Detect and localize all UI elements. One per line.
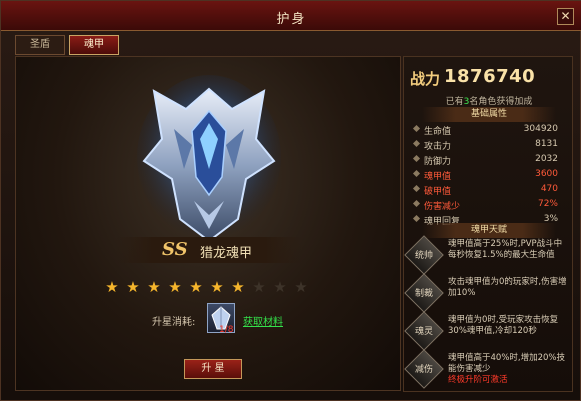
talent-unlock-note: 终极升阶可激活 <box>448 375 508 385</box>
talent-description-text: 魂甲值高于40%时,增加20%技能伤害减少 <box>448 353 565 374</box>
soul-armor-image <box>137 75 281 243</box>
star-empty-icon: ★ <box>294 278 308 296</box>
talent-emblem-label: 统帅 <box>414 251 433 261</box>
combat-power: 战力 1876740 <box>410 66 570 90</box>
attribute-label: 魂甲值 <box>424 172 452 182</box>
talent-row: 制裁 攻击魂甲值为0的玩家时,伤害增加10% <box>404 273 570 317</box>
talents-header: 魂甲天赋 <box>422 223 556 238</box>
attribute-row: 魂甲值 3600 <box>412 168 564 182</box>
talent-emblem-label: 制裁 <box>414 289 433 299</box>
star-empty-icon: ★ <box>252 278 266 296</box>
attribute-value: 3600 <box>535 169 558 179</box>
star-filled-icon: ★ <box>189 278 203 296</box>
talent-emblem-label: 魂灵 <box>414 327 433 337</box>
window-title: 护身 <box>276 12 307 27</box>
close-button[interactable]: ✕ <box>557 8 574 25</box>
bonus-prefix: 已有 <box>445 97 464 107</box>
talent-description: 魂甲值高于25%时,PVP战斗中每秒恢复1.5%的最大生命值 <box>448 239 570 261</box>
attribute-row: 攻击力 8131 <box>412 138 564 152</box>
bullet-icon <box>412 139 421 148</box>
armor-name: 猎龙魂甲 <box>200 246 253 261</box>
attribute-label: 生命值 <box>424 127 452 137</box>
attribute-label: 伤害减少 <box>424 202 461 212</box>
bullet-icon <box>412 169 421 178</box>
attribute-label: 攻击力 <box>424 142 452 152</box>
tab-holy-shield[interactable]: 圣盾 <box>15 35 65 55</box>
talent-row: 减伤 魂甲值高于40%时,增加20%技能伤害减少 终极升阶可激活 <box>404 349 570 393</box>
bonus-info: 已有3名角色获得加成 <box>404 94 574 107</box>
combat-power-value: 1876740 <box>444 66 536 87</box>
star-filled-icon: ★ <box>147 278 161 296</box>
combat-power-label: 战力 <box>410 70 441 88</box>
attribute-value: 304920 <box>523 124 558 134</box>
tab-soul-armor[interactable]: 魂甲 <box>69 35 119 55</box>
talent-description: 攻击魂甲值为0的玩家时,伤害增加10% <box>448 277 570 299</box>
get-materials-link[interactable]: 获取材料 <box>243 313 283 328</box>
star-empty-icon: ★ <box>273 278 287 296</box>
material-count: 1/8 <box>219 325 234 335</box>
talent-description-text: 魂甲值高于25%时,PVP战斗中每秒恢复1.5%的最大生命值 <box>448 239 563 260</box>
attribute-value: 72% <box>537 199 558 209</box>
star-filled-icon: ★ <box>168 278 182 296</box>
bullet-icon <box>412 154 421 163</box>
attribute-row: 破甲值 470 <box>412 183 564 197</box>
attribute-label: 破甲值 <box>424 187 452 197</box>
attribute-row: 生命值 304920 <box>412 123 564 137</box>
talent-description: 魂甲值高于40%时,增加20%技能伤害减少 终极升阶可激活 <box>448 353 570 386</box>
talent-emblem-label: 减伤 <box>414 365 433 375</box>
upgrade-cost-label: 升星消耗: <box>152 317 196 328</box>
attribute-value: 470 <box>540 184 558 194</box>
bullet-icon <box>412 214 421 223</box>
bullet-icon <box>412 124 421 133</box>
talent-description: 魂甲值为0时,受玩家攻击恢复30%魂甲值,冷却120秒 <box>448 315 570 337</box>
title-bar: 护身 ✕ <box>1 1 581 31</box>
attribute-row: 伤害减少 72% <box>412 198 564 212</box>
star-filled-icon: ★ <box>126 278 140 296</box>
talent-row: 统帅 魂甲值高于25%时,PVP战斗中每秒恢复1.5%的最大生命值 <box>404 235 570 279</box>
bullet-icon <box>412 199 421 208</box>
star-filled-icon: ★ <box>105 278 119 296</box>
attribute-value: 8131 <box>535 139 558 149</box>
base-attributes-header: 基础属性 <box>422 107 556 122</box>
star-filled-icon: ★ <box>210 278 224 296</box>
attribute-label: 防御力 <box>424 157 452 167</box>
armor-grade: SS <box>162 239 188 260</box>
attribute-value: 2032 <box>535 154 558 164</box>
talent-description-text: 魂甲值为0时,受玩家攻击恢复30%魂甲值,冷却120秒 <box>448 315 559 336</box>
armor-window: 护身 ✕ 圣盾 魂甲 SS 猎龙魂甲 ★ ★ ★ ★ ★ ★ ★ ★ ★ ★ 升… <box>0 0 581 401</box>
talent-row: 魂灵 魂甲值为0时,受玩家攻击恢复30%魂甲值,冷却120秒 <box>404 311 570 355</box>
talent-description-text: 攻击魂甲值为0的玩家时,伤害增加10% <box>448 277 567 298</box>
upgrade-star-button[interactable]: 升 星 <box>184 359 242 379</box>
star-filled-icon: ★ <box>231 278 245 296</box>
attribute-row: 防御力 2032 <box>412 153 564 167</box>
bullet-icon <box>412 184 421 193</box>
attributes-panel: 战力 1876740 已有3名角色获得加成 基础属性 生命值 304920 攻击力 8… <box>403 56 573 392</box>
bonus-suffix: 名角色获得加成 <box>469 97 533 107</box>
armor-display-panel: SS 猎龙魂甲 ★ ★ ★ ★ ★ ★ ★ ★ ★ ★ 升星消耗: 1/8 获取材料 升 星 <box>15 56 401 391</box>
armor-name-plate: SS 猎龙魂甲 <box>116 237 302 263</box>
